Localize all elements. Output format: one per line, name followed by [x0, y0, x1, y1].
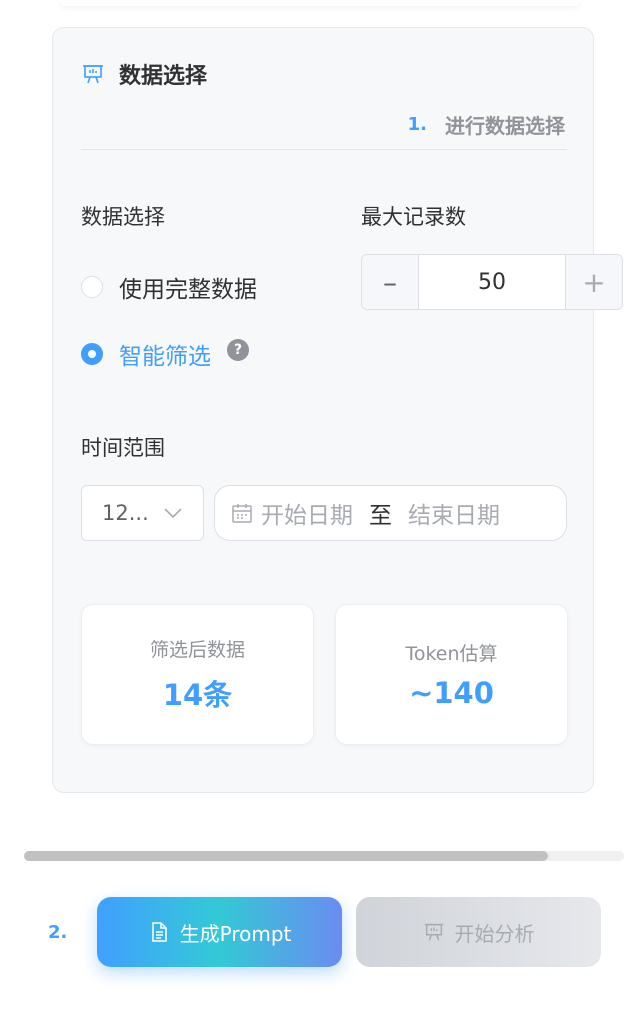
token-estimate-value: ~140 [409, 676, 494, 710]
previous-card-edge [60, 0, 580, 6]
page: 数据选择 1. 进行数据选择 数据选择 最大记录数 使用完整数据 智能筛选 ? … [0, 0, 639, 1012]
generate-prompt-button[interactable]: 生成Prompt [97, 897, 342, 967]
time-range-select-value[interactable]: 12... [102, 501, 163, 525]
generate-prompt-label[interactable]: 生成Prompt [180, 918, 292, 947]
step-2-number: 2. [48, 922, 68, 943]
time-range-label: 时间范围 [81, 436, 165, 460]
calendar-icon [231, 502, 253, 524]
data-select-label: 数据选择 [81, 205, 165, 229]
document-icon [148, 921, 170, 943]
radio-label-full-data[interactable]: 使用完整数据 [119, 270, 257, 304]
radio-circle[interactable] [81, 276, 103, 298]
radio-full-data[interactable]: 使用完整数据 [81, 270, 257, 304]
filtered-data-label: 筛选后数据 [149, 639, 245, 661]
start-date-input[interactable]: 开始日期 [261, 496, 353, 530]
token-estimate-stat: Token估算 ~140 [335, 604, 568, 745]
horizontal-scrollbar[interactable] [24, 851, 624, 861]
scrollbar-thumb[interactable] [24, 851, 548, 861]
max-records-stepper[interactable]: – 50 + [361, 254, 623, 310]
step-number: 1. [407, 114, 427, 135]
presentation-icon [81, 62, 105, 86]
max-records-label: 最大记录数 [361, 205, 466, 229]
step-text: 进行数据选择 [445, 114, 565, 138]
increment-button[interactable]: + [565, 255, 622, 309]
filtered-data-stat: 筛选后数据 14条 [81, 604, 314, 745]
date-range-picker[interactable]: 开始日期 至 结束日期 [214, 485, 567, 541]
decrement-button[interactable]: – [362, 255, 419, 309]
step-indicator: 1. 进行数据选择 [408, 110, 565, 139]
filtered-data-value: 14条 [162, 678, 233, 712]
header-divider [81, 149, 567, 150]
radio-label-smart-filter[interactable]: 智能筛选 [119, 337, 211, 371]
card-title: 数据选择 [119, 64, 208, 89]
radio-circle-checked[interactable] [81, 343, 103, 365]
radio-dot [88, 350, 96, 358]
presentation-icon [423, 921, 445, 943]
question-icon[interactable]: ? [227, 339, 249, 361]
data-selection-card: 数据选择 1. 进行数据选择 数据选择 最大记录数 使用完整数据 智能筛选 ? … [52, 27, 623, 793]
max-records-value[interactable]: 50 [419, 255, 565, 309]
chevron-down-icon[interactable] [163, 507, 183, 519]
end-date-input[interactable]: 结束日期 [408, 496, 500, 530]
token-estimate-label: Token估算 [405, 643, 498, 665]
start-analysis-button[interactable]: 开始分析 [356, 897, 601, 967]
start-analysis-label[interactable]: 开始分析 [455, 918, 535, 947]
time-range-select[interactable]: 12... [81, 485, 204, 541]
radio-smart-filter[interactable]: 智能筛选 ? [81, 337, 249, 371]
card-header: 数据选择 [81, 58, 207, 90]
date-range-separator: 至 [369, 503, 392, 529]
